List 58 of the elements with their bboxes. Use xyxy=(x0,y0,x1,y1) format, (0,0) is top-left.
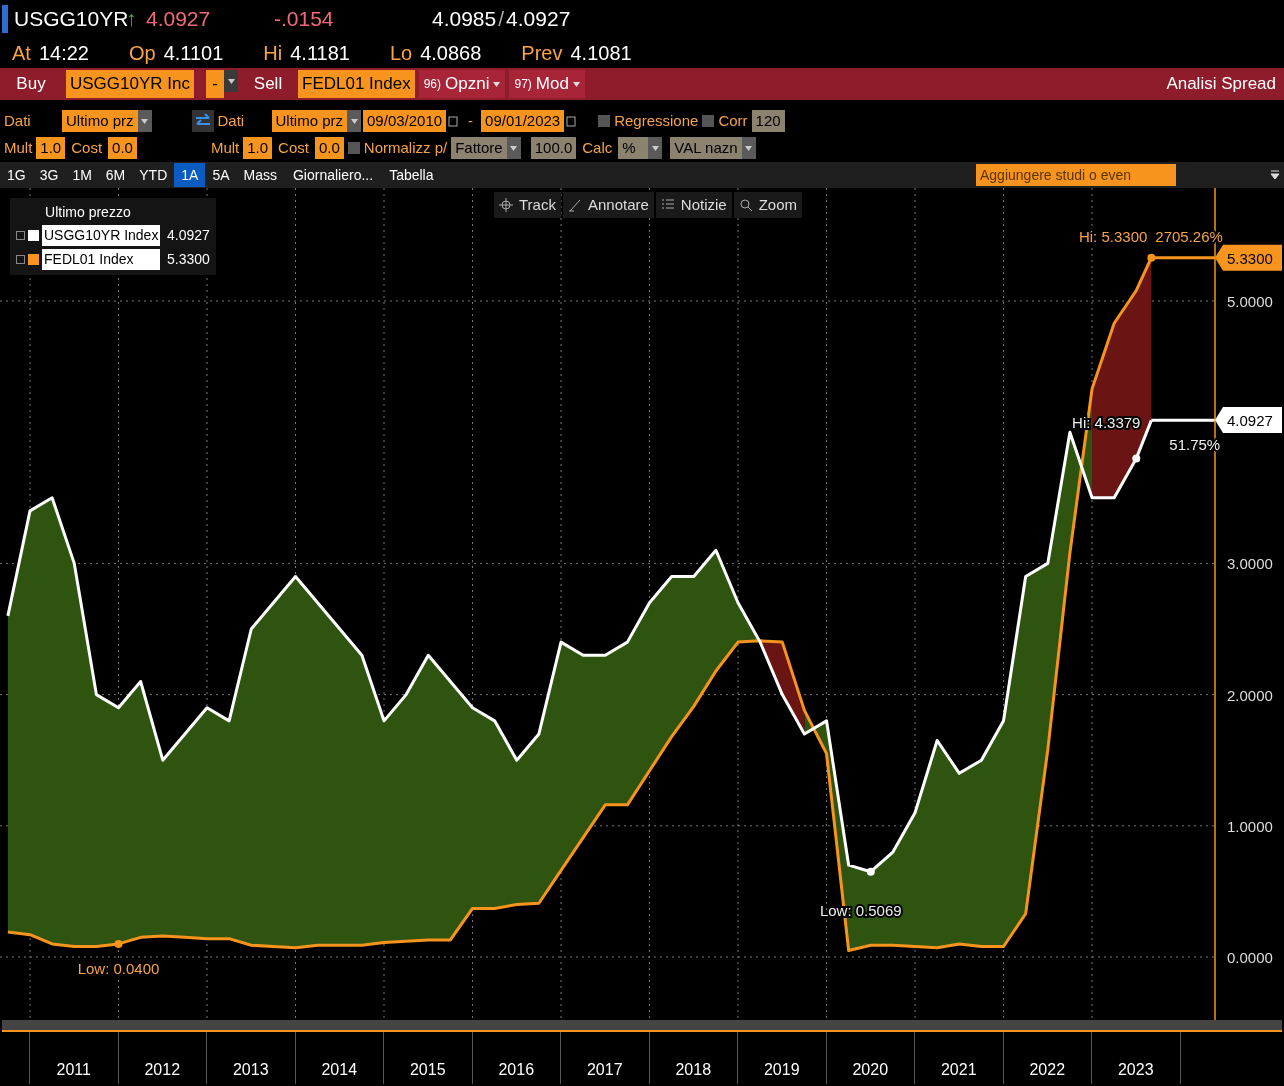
stat-label: Hi xyxy=(263,41,283,66)
last-value-tag: 4.0927 xyxy=(1215,407,1282,433)
series-name: USGG10YR Index xyxy=(42,224,160,246)
series-value: 4.0927 xyxy=(167,225,210,245)
checkbox-label: Corr xyxy=(718,110,748,131)
stat-label: Prev xyxy=(521,41,563,66)
stat-label: Op xyxy=(128,41,156,66)
field-label: Calc xyxy=(582,137,613,158)
last-price: 4.0927 xyxy=(146,6,212,33)
series-value: 5.3300 xyxy=(167,249,210,269)
axis-label: 2.0000 xyxy=(1227,686,1273,704)
separator: / xyxy=(498,6,505,33)
checkbox-label: Normalizz p/ xyxy=(363,137,448,158)
field-label: Cost xyxy=(71,137,103,158)
field-label: Dati xyxy=(3,110,32,131)
bid-price: 4.0985 xyxy=(432,6,497,33)
year-label: 2017 xyxy=(561,1032,650,1084)
stat-value: 4.0868 xyxy=(420,41,482,66)
field-label: Cost xyxy=(278,137,309,158)
axis-label: 0.0000 xyxy=(1227,949,1273,966)
stat-value: 4.1081 xyxy=(570,41,632,66)
ask-price: 4.0927 xyxy=(506,6,571,33)
year-label: 2016 xyxy=(472,1032,561,1084)
checkbox-label: Regressione xyxy=(614,110,699,131)
legend-title: Ultimo prezzo xyxy=(44,203,132,222)
axis-label: 1.0000 xyxy=(1227,817,1273,835)
annotation-label: Hi: 5.3300 xyxy=(1078,227,1148,245)
axis-label: 5.0000 xyxy=(1227,292,1273,310)
stat-label: Lo xyxy=(389,41,413,66)
sell-label: Sell xyxy=(252,73,284,96)
stat-value: 4.1101 xyxy=(163,41,224,66)
change-arrow: ↑ xyxy=(126,6,138,33)
year-label: 2020 xyxy=(826,1032,915,1084)
stat-value: 14:22 xyxy=(38,41,89,66)
year-label: 2021 xyxy=(915,1032,1004,1084)
year-label: 2013 xyxy=(207,1032,296,1084)
year-label: 2018 xyxy=(649,1032,738,1084)
buy-label: Buy xyxy=(15,73,47,96)
year-label: 2023 xyxy=(1092,1032,1181,1084)
annotation-label: Low: 0.0400 xyxy=(77,959,160,977)
field-label: Mult xyxy=(210,137,240,158)
ticker: USGG10YR xyxy=(14,6,126,33)
last-value-tag: 5.3300 xyxy=(1215,244,1282,271)
axis-label: 3.0000 xyxy=(1227,555,1273,573)
field-label: Mult xyxy=(3,137,33,158)
year-label: 2019 xyxy=(738,1032,827,1084)
stat-value: 4.1181 xyxy=(290,41,350,66)
field-label: Dati xyxy=(216,110,246,131)
year-label: 2022 xyxy=(1003,1032,1092,1084)
screen-title: Analisi Spread xyxy=(1166,73,1276,96)
year-label: 2014 xyxy=(295,1032,384,1084)
year-label: 2012 xyxy=(118,1032,207,1084)
separator: - xyxy=(468,110,474,131)
price-change: -.0154 xyxy=(274,6,335,33)
year-label: 2015 xyxy=(384,1032,473,1084)
series-name: FEDL01 Index xyxy=(42,248,160,270)
year-label: 2011 xyxy=(30,1032,119,1084)
stat-label: At xyxy=(12,41,31,66)
